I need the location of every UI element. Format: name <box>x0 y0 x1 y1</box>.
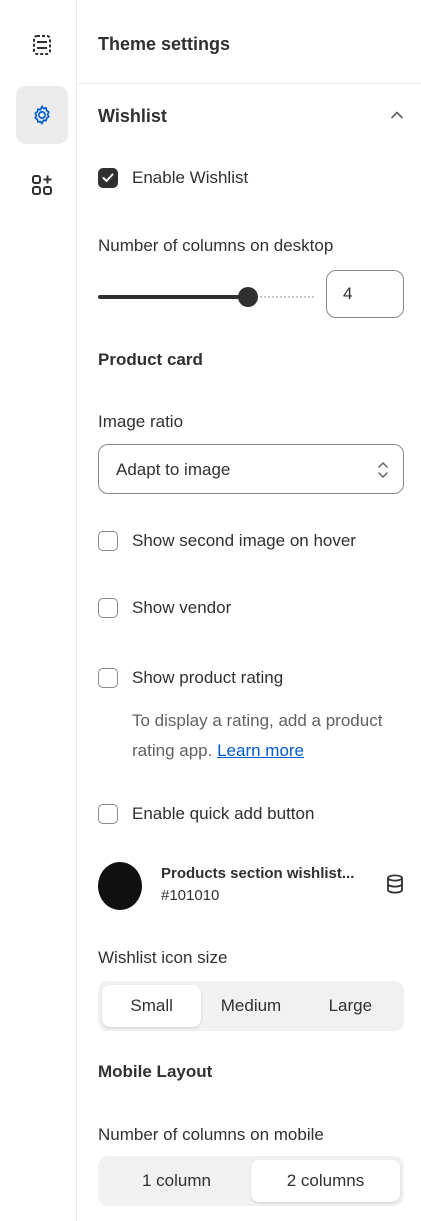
select-arrows-icon <box>378 462 388 478</box>
slider-thumb[interactable] <box>238 287 258 307</box>
section-title: Wishlist <box>98 106 167 126</box>
rating-help-text: To display a rating, add a product ratin… <box>132 706 421 766</box>
theme-settings-button[interactable] <box>16 86 68 144</box>
mobile-columns-2[interactable]: 2 columns <box>251 1160 400 1202</box>
desktop-columns-slider[interactable] <box>98 286 314 308</box>
image-ratio-value: Adapt to image <box>116 460 231 479</box>
product-card-heading: Product card <box>98 350 203 369</box>
quick-add-label: Enable quick add button <box>132 804 315 823</box>
vendor-label: Show vendor <box>132 598 232 617</box>
quick-add-row[interactable]: Enable quick add button <box>98 804 314 824</box>
second-image-label: Show second image on hover <box>132 531 356 550</box>
sections-button[interactable] <box>16 16 68 74</box>
enable-wishlist-row[interactable]: Enable Wishlist <box>98 168 248 188</box>
icon-size-medium[interactable]: Medium <box>201 985 300 1027</box>
learn-more-link[interactable]: Learn more <box>217 741 304 760</box>
page-title: Theme settings <box>98 34 231 54</box>
desktop-columns-input[interactable]: 4 <box>326 270 404 318</box>
icon-size-label: Wishlist icon size <box>98 948 228 967</box>
image-ratio-label: Image ratio <box>98 412 184 431</box>
color-swatch[interactable] <box>98 862 142 910</box>
mobile-columns-segmented: 1 column 2 columns <box>98 1156 404 1206</box>
icon-size-large[interactable]: Large <box>301 985 400 1027</box>
image-ratio-select[interactable]: Adapt to image <box>98 444 404 494</box>
mobile-layout-heading: Mobile Layout <box>98 1062 213 1081</box>
quick-add-checkbox[interactable] <box>98 804 118 824</box>
color-hex: #101010 <box>161 887 220 904</box>
rating-label: Show product rating <box>132 668 284 687</box>
icon-size-segmented: Small Medium Large <box>98 981 404 1031</box>
checkmark-icon <box>102 173 114 182</box>
rating-checkbox[interactable] <box>98 668 118 688</box>
second-image-row[interactable]: Show second image on hover <box>98 531 356 551</box>
icon-size-small[interactable]: Small <box>102 985 202 1027</box>
database-icon[interactable] <box>386 874 404 894</box>
panel-header: Theme settings <box>78 8 421 84</box>
color-name: Products section wishlist... <box>161 865 355 882</box>
slider-track-filled <box>98 295 248 299</box>
app-embeds-button[interactable] <box>16 156 68 214</box>
color-setting[interactable]: Products section wishlist... #101010 <box>98 862 404 914</box>
wishlist-section-toggle[interactable]: Wishlist <box>98 106 404 130</box>
vendor-row[interactable]: Show vendor <box>98 598 231 618</box>
apps-add-icon <box>32 175 52 195</box>
second-image-checkbox[interactable] <box>98 531 118 551</box>
enable-wishlist-label: Enable Wishlist <box>132 168 249 187</box>
gear-icon <box>34 105 50 125</box>
desktop-columns-label: Number of columns on desktop <box>98 236 334 255</box>
mobile-columns-1[interactable]: 1 column <box>102 1160 251 1202</box>
rating-row[interactable]: Show product rating <box>98 668 283 688</box>
sections-icon <box>33 35 51 55</box>
enable-wishlist-checkbox[interactable] <box>98 168 118 188</box>
sidebar-rail <box>0 0 77 1221</box>
chevron-up-icon <box>391 111 403 119</box>
settings-panel: Theme settings Wishlist Enable Wishlist … <box>78 0 421 1221</box>
vendor-checkbox[interactable] <box>98 598 118 618</box>
mobile-columns-label: Number of columns on mobile <box>98 1125 324 1144</box>
